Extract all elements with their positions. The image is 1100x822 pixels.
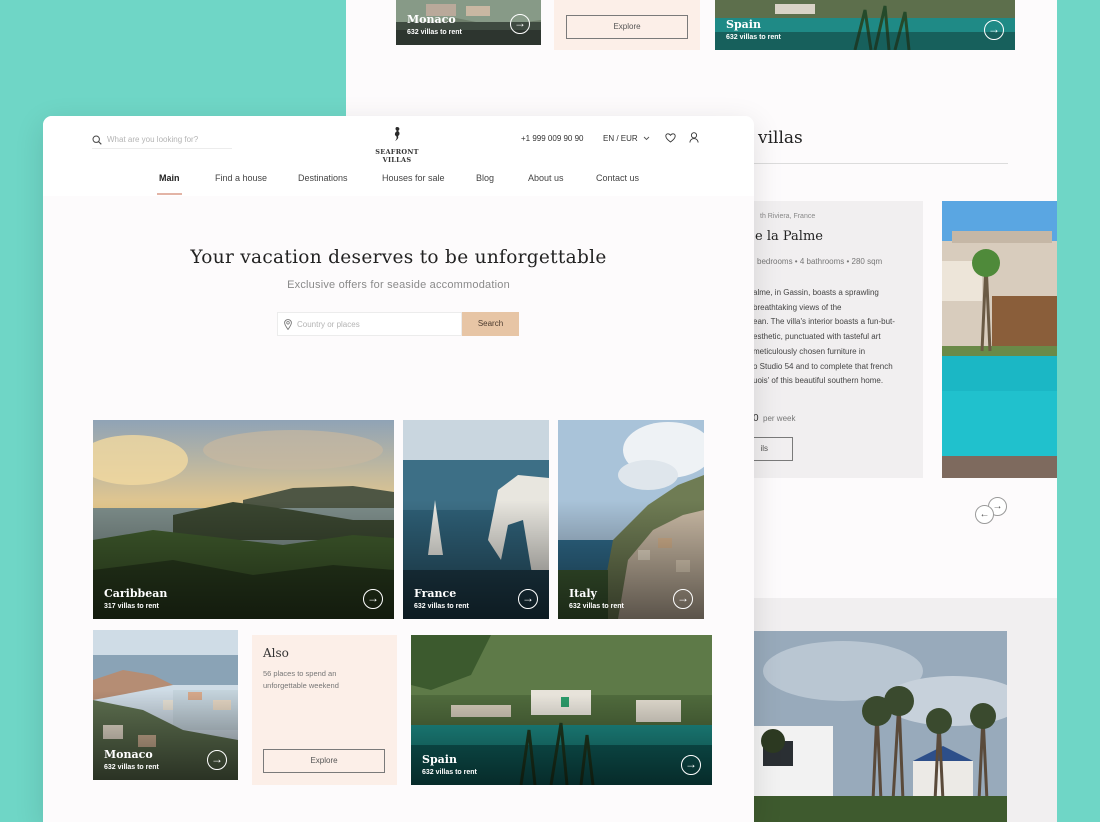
- card-subtitle: 632 villas to rent: [414, 603, 469, 610]
- destination-card-caribbean[interactable]: Caribbean 317 villas to rent →: [93, 420, 394, 619]
- back-card-subtitle: 632 villas to rent: [407, 29, 462, 36]
- hero-title: Your vacation deserves to be unforgettab…: [190, 247, 607, 268]
- hero-search-field[interactable]: Country or places: [277, 312, 462, 336]
- site-logo[interactable]: SEAFRONT VILLAS: [363, 126, 431, 164]
- also-card: Also 56 places to spend an unforgettable…: [252, 635, 397, 785]
- destination-card-france[interactable]: France 632 villas to rent →: [403, 420, 549, 619]
- arrow-right-icon[interactable]: →: [984, 20, 1004, 40]
- back-also-card: Explore: [554, 0, 700, 50]
- back-explore-button[interactable]: Explore: [566, 15, 688, 39]
- card-subtitle: 632 villas to rent: [104, 764, 159, 771]
- chevron-down-icon: [643, 136, 650, 141]
- phone-number[interactable]: +1 999 009 90 90: [521, 134, 584, 143]
- villa-description-line: o Studio 54 and to complete that french: [753, 361, 893, 371]
- header-search[interactable]: What are you looking for?: [92, 133, 232, 149]
- back-featured-villa-info: th Riviera, France e la Palme bedrooms •…: [743, 201, 923, 478]
- seahorse-logo-icon: [394, 127, 400, 141]
- villa-description: alme, in Gassin, boasts a sprawling brea…: [753, 286, 913, 389]
- villa-description-line: breathtaking views of the: [753, 302, 842, 312]
- card-subtitle: 632 villas to rent: [422, 769, 477, 776]
- nav-item-destinations[interactable]: Destinations: [298, 173, 348, 183]
- card-subtitle: 632 villas to rent: [569, 603, 624, 610]
- main-page-window: What are you looking for? SEAFRONT VILLA…: [43, 116, 754, 822]
- destination-card-italy[interactable]: Italy 632 villas to rent →: [558, 420, 704, 619]
- villa-price: 0 per week: [753, 413, 795, 424]
- arrow-right-icon[interactable]: →: [518, 589, 538, 609]
- arrow-right-icon[interactable]: →: [363, 589, 383, 609]
- search-icon: [92, 135, 102, 145]
- back-card-title: Spain: [726, 18, 761, 31]
- country-input[interactable]: Country or places: [297, 320, 360, 329]
- destination-card-spain[interactable]: Spain 632 villas to rent →: [411, 635, 712, 785]
- back-card-spain[interactable]: Spain 632 villas to rent →: [715, 0, 1015, 50]
- nav-item-main[interactable]: Main: [159, 173, 180, 183]
- nav-active-indicator: [157, 193, 182, 195]
- also-title: Also: [263, 646, 289, 660]
- search-button[interactable]: Search: [462, 312, 519, 336]
- carousel-prev-button[interactable]: ←: [975, 505, 994, 524]
- main-navigation: Main Find a house Destinations Houses fo…: [43, 172, 754, 196]
- back-card-monaco[interactable]: Monaco 632 villas to rent →: [396, 0, 541, 45]
- destination-card-monaco[interactable]: Monaco 632 villas to rent →: [93, 630, 238, 780]
- map-pin-icon: [284, 319, 292, 330]
- card-title: France: [414, 587, 457, 600]
- back-section-heading: villas: [758, 128, 803, 148]
- villa-description-line: uois' of this beautiful southern home.: [753, 376, 884, 386]
- nav-item-houses-for-sale[interactable]: Houses for sale: [382, 173, 445, 183]
- nav-item-contact-us[interactable]: Contact us: [596, 173, 639, 183]
- search-input[interactable]: What are you looking for?: [107, 135, 198, 144]
- arrow-right-icon[interactable]: →: [681, 755, 701, 775]
- back-card-title: Monaco: [407, 13, 456, 26]
- user-icon[interactable]: [689, 132, 699, 143]
- villa-pool-image: [942, 201, 1057, 478]
- explore-button[interactable]: Explore: [263, 749, 385, 773]
- nav-item-find-a-house[interactable]: Find a house: [215, 173, 267, 183]
- card-title: Caribbean: [104, 587, 168, 600]
- villa-description-line: meticulously chosen furniture in: [753, 346, 866, 356]
- villa-price-unit: per week: [763, 414, 796, 423]
- language-currency-select[interactable]: EN / EUR: [603, 134, 650, 143]
- also-subtitle: 56 places to spend an unforgettable week…: [263, 669, 339, 690]
- divider: [753, 163, 1008, 164]
- villa-description-line: esthetic, punctuated with tasteful art: [753, 332, 881, 342]
- nav-item-about-us[interactable]: About us: [528, 173, 564, 183]
- villa-description-line: alme, in Gassin, boasts a sprawling: [753, 288, 879, 297]
- nav-item-blog[interactable]: Blog: [476, 173, 494, 183]
- villa-name: e la Palme: [755, 229, 823, 244]
- arrow-right-icon[interactable]: →: [510, 14, 530, 34]
- arrow-right-icon[interactable]: →: [207, 750, 227, 770]
- villa-location: th Riviera, France: [760, 213, 816, 220]
- palm-villa-image: [753, 631, 1023, 822]
- card-title: Spain: [422, 753, 457, 766]
- card-title: Monaco: [104, 748, 153, 761]
- site-header: What are you looking for? SEAFRONT VILLA…: [43, 116, 754, 196]
- back-card-subtitle: 632 villas to rent: [726, 34, 781, 41]
- arrow-right-icon[interactable]: →: [673, 589, 693, 609]
- logo-text: SEAFRONT VILLAS: [375, 148, 419, 164]
- villa-meta: bedrooms • 4 bathrooms • 280 sqm: [757, 257, 883, 266]
- hero-subtitle: Exclusive offers for seaside accommodati…: [287, 279, 510, 291]
- card-subtitle: 317 villas to rent: [104, 603, 159, 610]
- heart-icon[interactable]: [665, 133, 676, 143]
- language-currency-value: EN / EUR: [603, 134, 638, 143]
- villa-description-line: ean. The villa's interior boasts a fun-b…: [753, 317, 895, 327]
- card-title: Italy: [569, 587, 597, 600]
